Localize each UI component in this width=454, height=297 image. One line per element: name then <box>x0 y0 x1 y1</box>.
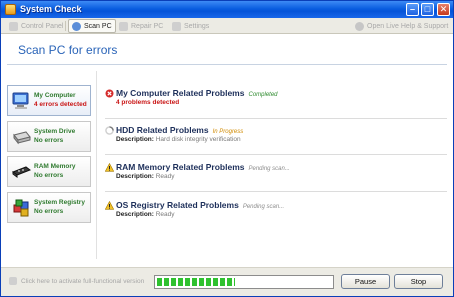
registry-icon <box>13 199 29 217</box>
result-row: My Computer Related Problems Completed 4 … <box>105 87 447 117</box>
category-status: No errors <box>34 137 64 144</box>
title-bar[interactable]: System Check – □ ✕ <box>1 1 453 18</box>
maximize-button[interactable]: □ <box>421 3 434 16</box>
result-status: Pending scan... <box>242 204 285 210</box>
result-row: RAM Memory Related Problems Pending scan.… <box>105 161 447 191</box>
category-card-my-computer[interactable]: My Computer 4 errors detected <box>7 85 91 116</box>
scan-pc-label: Scan PC <box>84 22 112 30</box>
settings-button[interactable]: Settings <box>169 19 212 33</box>
result-description: Description: Ready <box>116 173 175 180</box>
panel-divider <box>96 71 97 259</box>
drive-icon <box>13 131 31 145</box>
minimize-button[interactable]: – <box>406 3 419 16</box>
settings-label: Settings <box>184 22 210 30</box>
row-divider <box>105 191 447 192</box>
result-title-text: RAM Memory Related Problems <box>116 162 245 172</box>
result-title: OS Registry Related Problems Pending scan… <box>116 200 284 210</box>
result-title-text: OS Registry Related Problems <box>116 200 239 210</box>
repair-pc-label: Repair PC <box>131 22 164 30</box>
result-status: In Progress <box>212 129 244 135</box>
result-row: OS Registry Related Problems Pending scan… <box>105 199 447 229</box>
category-name: RAM Memory <box>34 163 76 170</box>
row-divider <box>105 118 447 119</box>
control-panel-button[interactable]: Control Panel <box>6 19 66 33</box>
window-title: System Check <box>20 4 82 14</box>
pause-button[interactable]: Pause <box>341 274 390 289</box>
activate-label: Click here to activate full-functional v… <box>21 277 145 285</box>
toolbar-divider <box>65 21 66 31</box>
result-description-value: Hard disk integrity verification <box>155 136 241 143</box>
row-divider <box>105 154 447 155</box>
close-button[interactable]: ✕ <box>437 3 450 16</box>
result-description-label: Description: <box>116 173 154 180</box>
help-icon <box>355 21 364 31</box>
result-description-value: Ready <box>155 211 175 218</box>
repair-icon <box>119 21 128 31</box>
ram-icon <box>12 166 31 178</box>
activate-icon <box>9 277 17 285</box>
result-title-text: My Computer Related Problems <box>116 88 245 98</box>
header-divider <box>7 64 447 65</box>
scan-icon <box>72 21 81 31</box>
result-description: Description: Hard disk integrity verific… <box>116 136 241 143</box>
result-description: Description: Ready <box>116 211 175 218</box>
scan-progress-fill <box>157 278 236 286</box>
bottom-bar: Click here to activate full-functional v… <box>1 268 453 296</box>
stop-button[interactable]: Stop <box>394 274 443 289</box>
live-help-button[interactable]: Open Live Help & Support <box>352 19 451 33</box>
activate-link[interactable]: Click here to activate full-functional v… <box>9 277 144 285</box>
category-name: System Drive <box>34 128 76 135</box>
warning-icon <box>105 163 114 172</box>
scan-progress-bar <box>154 275 334 289</box>
category-card-ram-memory[interactable]: RAM Memory No errors <box>7 156 91 187</box>
repair-pc-button[interactable]: Repair PC <box>116 19 166 33</box>
result-description-value: 4 problems detected <box>116 99 180 106</box>
result-title: HDD Related Problems In Progress <box>116 125 243 135</box>
app-icon <box>5 4 16 15</box>
result-title-text: HDD Related Problems <box>116 125 209 135</box>
result-status: Completed <box>248 92 278 98</box>
control-panel-icon <box>9 21 18 31</box>
toolbar: Control Panel Scan PC Repair PC Settings… <box>1 18 453 34</box>
category-status: 4 errors detected <box>34 101 87 108</box>
warning-icon <box>105 201 114 210</box>
result-title: RAM Memory Related Problems Pending scan.… <box>116 162 290 172</box>
settings-icon <box>172 21 181 31</box>
result-description-label: Description: <box>116 211 154 218</box>
result-description-value: Ready <box>155 173 175 180</box>
result-description-label: Description: <box>116 136 154 143</box>
category-status: No errors <box>34 208 64 215</box>
progress-icon <box>105 126 114 135</box>
result-status: Pending scan... <box>248 166 290 172</box>
category-card-system-registry[interactable]: System Registry No errors <box>7 192 91 223</box>
result-description: 4 problems detected <box>116 99 179 106</box>
app-window: System Check – □ ✕ Control Panel Scan PC… <box>0 0 454 297</box>
category-status: No errors <box>34 172 64 179</box>
control-panel-label: Control Panel <box>21 22 64 30</box>
error-icon <box>105 89 114 98</box>
category-name: System Registry <box>34 199 85 206</box>
result-title: My Computer Related Problems Completed <box>116 88 278 98</box>
live-help-label: Open Live Help & Support <box>367 22 449 30</box>
result-row: HDD Related Problems In Progress Descript… <box>105 124 447 154</box>
category-card-system-drive[interactable]: System Drive No errors <box>7 121 91 152</box>
scan-pc-button[interactable]: Scan PC <box>68 19 116 33</box>
category-name: My Computer <box>34 92 76 99</box>
page-title: Scan PC for errors <box>18 43 118 57</box>
computer-icon <box>12 92 29 109</box>
